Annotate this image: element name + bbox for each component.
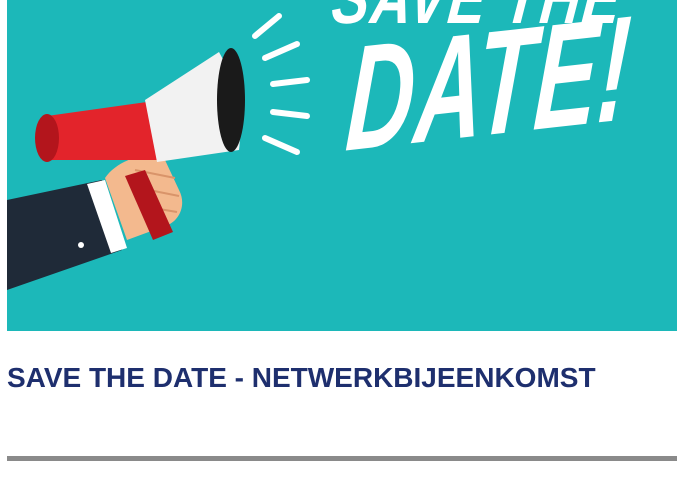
divider [7, 456, 677, 461]
page-title[interactable]: SAVE THE DATE - NETWERKBIJEENKOMST [7, 362, 677, 394]
sound-line [252, 13, 282, 39]
megaphone-rim-shape [217, 48, 245, 152]
sound-line [270, 109, 310, 119]
save-the-date-banner[interactable]: SAVE THE DATE! [7, 0, 677, 331]
sound-line [262, 41, 300, 61]
page: SAVE THE DATE! SAVE THE DATE - NETWERKBI… [0, 0, 677, 489]
banner-headline-main: DATE! [342, 0, 636, 183]
cufflink-shape [78, 242, 84, 248]
sound-line [270, 77, 310, 87]
sound-line [262, 135, 300, 155]
